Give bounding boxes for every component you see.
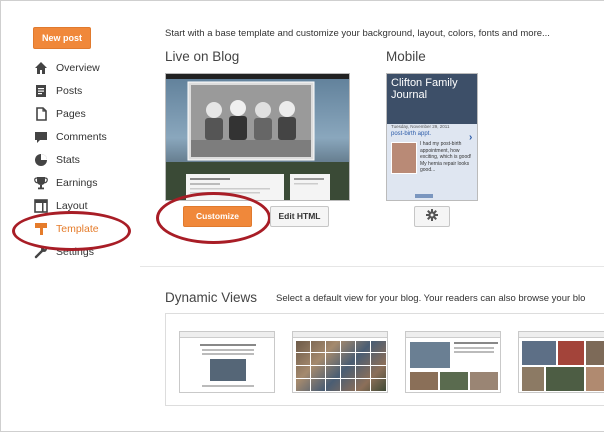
new-post-button[interactable]: New post (33, 27, 91, 49)
intro-text: Start with a base template and customize… (165, 28, 550, 39)
customize-button[interactable]: Customize (183, 206, 252, 227)
mobile-post-photo (391, 142, 417, 174)
dynamic-views-panel (165, 313, 604, 406)
mobile-post-title: post-birth appt. (391, 131, 432, 137)
sidebar-item-label: Stats (56, 154, 80, 166)
sidebar-item-stats[interactable]: Stats (34, 151, 80, 169)
dynamic-view-thumb-classic[interactable] (179, 331, 275, 393)
posts-icon (34, 84, 48, 98)
mobile-next-arrow-icon: › (469, 132, 473, 143)
sidebar-item-comments[interactable]: Comments (34, 128, 107, 146)
mobile-blog-title: Clifton Family Journal (391, 77, 458, 101)
mobile-heading: Mobile (386, 49, 426, 64)
sidebar-item-label: Pages (56, 108, 86, 120)
section-divider (140, 266, 604, 267)
sidebar-item-overview[interactable]: Overview (34, 59, 100, 77)
dynamic-views-description: Select a default view for your blog. You… (276, 293, 586, 304)
sidebar-item-earnings[interactable]: Earnings (34, 174, 97, 192)
sidebar-item-label: Overview (56, 62, 100, 74)
edit-html-button[interactable]: Edit HTML (270, 206, 329, 227)
sidebar-item-posts[interactable]: Posts (34, 82, 82, 100)
sidebar-item-label: Earnings (56, 177, 98, 189)
blog-preview-image (166, 74, 349, 200)
dynamic-view-thumb-flipcard[interactable] (292, 331, 388, 393)
mobile-post-date: Tuesday, November 29, 2011 (391, 124, 450, 129)
template-highlight-ring (12, 211, 131, 251)
home-icon (34, 61, 48, 75)
mobile-template-preview[interactable]: Clifton Family Journal Tuesday, November… (386, 73, 478, 201)
live-template-preview[interactable] (165, 73, 350, 201)
trophy-icon (34, 176, 48, 190)
mobile-post-excerpt: I had my post-birth appointment, how exc… (420, 141, 472, 173)
sidebar-item-label: Posts (56, 85, 83, 97)
sidebar-item-pages[interactable]: Pages (34, 105, 86, 123)
comments-icon (34, 130, 48, 144)
layout-icon (34, 199, 48, 213)
dynamic-view-thumb-mosaic[interactable] (518, 331, 604, 393)
live-on-blog-heading: Live on Blog (165, 49, 240, 64)
mobile-settings-button[interactable] (414, 206, 450, 227)
dynamic-view-thumb-magazine[interactable] (405, 331, 501, 393)
sidebar-item-label: Comments (56, 131, 107, 143)
stats-icon (34, 153, 48, 167)
gear-icon (426, 208, 438, 226)
pages-icon (34, 107, 48, 121)
mobile-footer-link (415, 194, 433, 198)
dynamic-views-heading: Dynamic Views (165, 290, 258, 305)
